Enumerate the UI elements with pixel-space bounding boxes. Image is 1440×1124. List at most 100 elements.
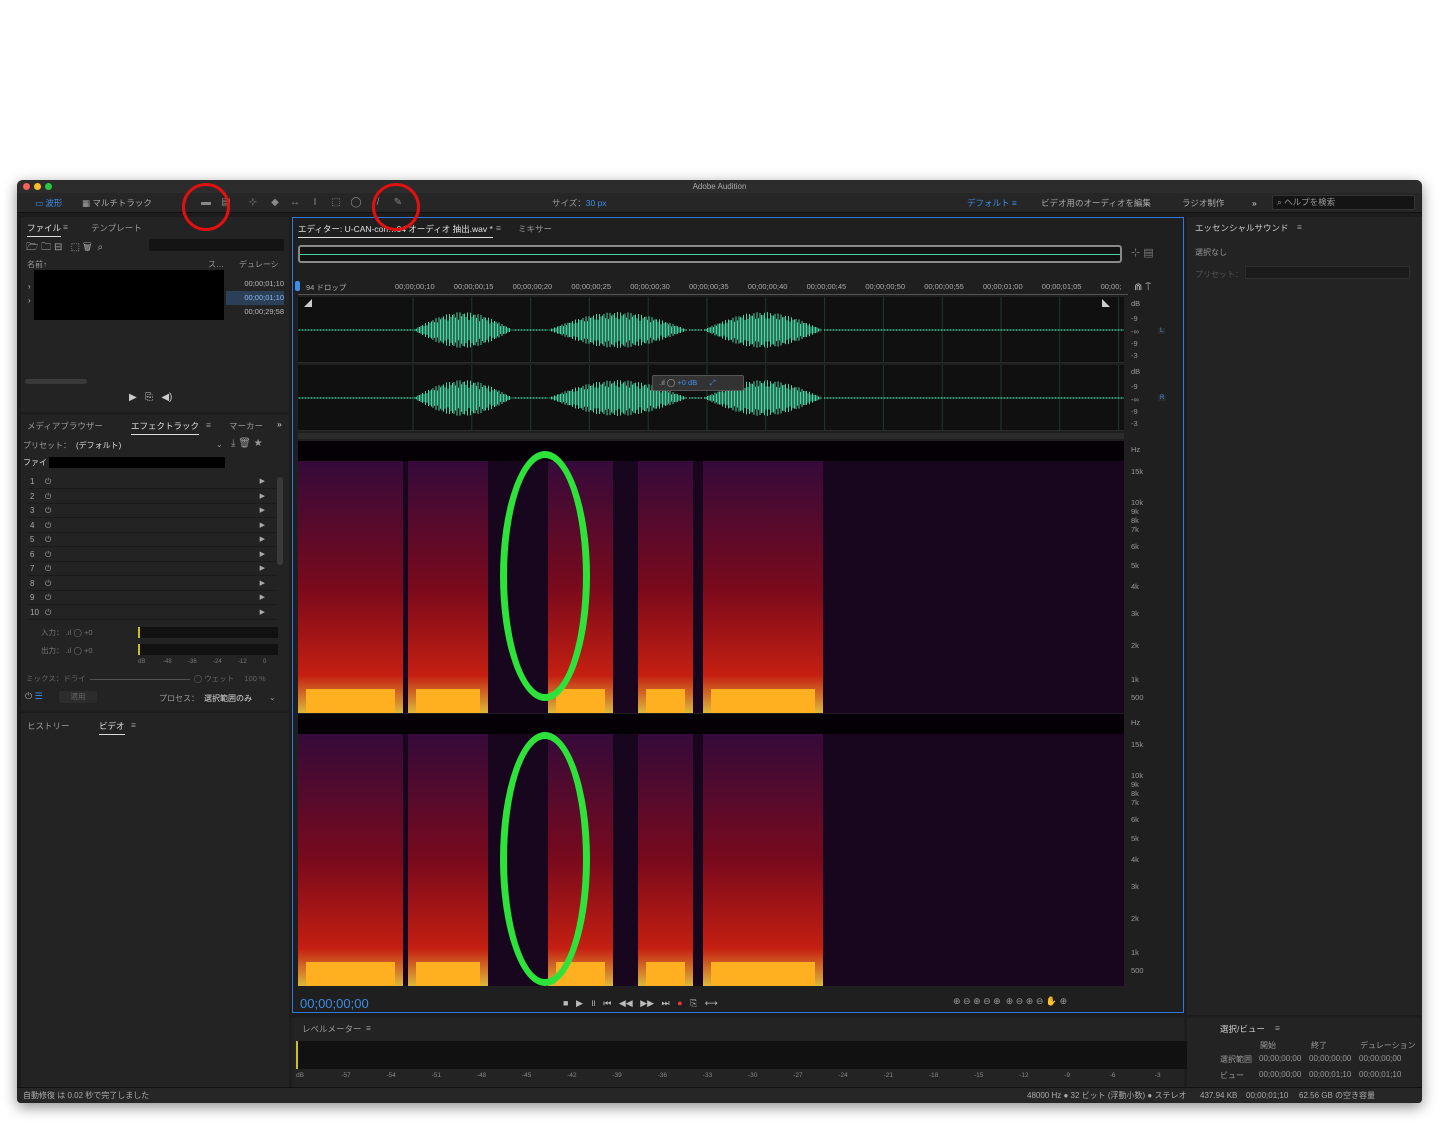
view-duration-value[interactable]: 00;00;01;10 xyxy=(1359,1070,1401,1079)
process-select[interactable]: 選択範囲のみ xyxy=(204,693,252,704)
files-search-input[interactable] xyxy=(149,239,284,251)
slot-arrow-icon[interactable]: ▶ xyxy=(260,490,265,504)
snap-icons[interactable]: ⋒ ⍑ xyxy=(1134,282,1151,293)
slot-arrow-icon[interactable]: ▶ xyxy=(260,577,265,591)
tab-files[interactable]: ファイル xyxy=(27,222,62,237)
selection-end-value[interactable]: 00;00;00;00 xyxy=(1309,1054,1351,1063)
left-channel-toggle[interactable]: L xyxy=(1158,328,1166,334)
effect-slot[interactable]: 3 ⏻ ▶ xyxy=(27,504,277,518)
tab-templates[interactable]: テンプレート xyxy=(91,222,142,234)
selection-duration-value[interactable]: 00;00;00;00 xyxy=(1359,1054,1401,1063)
slip-tool-icon[interactable]: ↔ xyxy=(289,197,301,209)
razor-tool-icon[interactable]: ◆ xyxy=(269,197,281,209)
col-name-header[interactable]: 名前↑ xyxy=(27,259,47,270)
effect-slot[interactable]: 5 ⏻ ▶ xyxy=(27,533,277,547)
tab-media-browser[interactable]: メディアブラウザー xyxy=(27,420,103,432)
workspace-default-tab[interactable]: デフォルト ≡ xyxy=(967,196,1017,210)
power-icon[interactable]: ⏻ xyxy=(45,577,51,591)
workspace-video-tab[interactable]: ビデオ用のオーディオを編集 xyxy=(1041,196,1151,210)
overview-navigator[interactable] xyxy=(298,245,1122,263)
right-channel-toggle[interactable]: R xyxy=(1158,395,1167,401)
tab-effects-rack[interactable]: エフェクトラック xyxy=(131,420,200,435)
more-workspaces-icon[interactable]: » xyxy=(1252,196,1257,210)
effect-slot[interactable]: 7 ⏻ ▶ xyxy=(27,562,277,576)
essential-menu-icon[interactable]: ≡ xyxy=(1297,222,1302,232)
waveform-view-button[interactable]: ▭ 波形 xyxy=(35,196,62,210)
slot-arrow-icon[interactable]: ▶ xyxy=(260,591,265,605)
effect-slot[interactable]: 1 ⏻ ▶ xyxy=(27,475,277,489)
power-icon[interactable]: ⏻ xyxy=(45,519,51,533)
file-preview-controls[interactable]: ▶ ⎘ ◀) xyxy=(129,392,172,403)
lasso-tool-icon[interactable]: ◯ xyxy=(350,197,362,209)
time-selection-icon[interactable]: I xyxy=(309,197,321,209)
tab-mixer[interactable]: ミキサー xyxy=(518,223,552,235)
selection-menu-icon[interactable]: ≡ xyxy=(1275,1023,1280,1033)
power-icon[interactable]: ⏻ xyxy=(45,591,51,605)
close-window-button[interactable] xyxy=(23,183,30,190)
mix-slider[interactable] xyxy=(89,678,190,680)
chevron-down-icon[interactable]: ⌄ xyxy=(216,440,223,449)
tab-markers[interactable]: マーカー xyxy=(229,420,263,432)
effect-slot[interactable]: 9 ⏻ ▶ xyxy=(27,591,277,605)
playhead-handle[interactable] xyxy=(295,281,300,291)
move-tool-icon[interactable]: ⊹ xyxy=(247,197,259,209)
essential-sound-title[interactable]: エッセンシャルサウンド xyxy=(1195,222,1289,234)
effect-slot[interactable]: 6 ⏻ ▶ xyxy=(27,548,277,562)
selection-start-value[interactable]: 00;00;00;00 xyxy=(1259,1054,1301,1063)
preset-select[interactable]: (デフォルト) xyxy=(76,440,121,451)
rack-menu-icon[interactable]: ≡ xyxy=(206,420,211,430)
effect-slot[interactable]: 8 ⏻ ▶ xyxy=(27,577,277,591)
effect-slot[interactable]: 10 ⏻ ▶ xyxy=(27,606,277,620)
hud-gain-control[interactable]: .ıl ◯ +0 dB ⤢ xyxy=(652,375,744,391)
slot-arrow-icon[interactable]: ▶ xyxy=(260,548,265,562)
col-status-header[interactable]: ス… xyxy=(208,259,224,270)
slot-arrow-icon[interactable]: ▶ xyxy=(260,519,265,533)
power-icon[interactable]: ⏻ xyxy=(45,490,51,504)
time-ruler[interactable]: 94 ドロップ 00;00;00;10 00;00;00;15 00;00;00;2… xyxy=(298,281,1128,295)
apply-button[interactable]: 適用 xyxy=(59,691,97,703)
files-toolbar-icons[interactable]: 🗁 🗀 ⊟ ⬚ 🗑 ⌕ xyxy=(26,240,103,257)
slot-arrow-icon[interactable]: ▶ xyxy=(260,606,265,620)
slot-arrow-icon[interactable]: ▶ xyxy=(260,562,265,576)
files-menu-icon[interactable]: ≡ xyxy=(63,222,68,232)
power-icon[interactable]: ⏻ xyxy=(45,475,51,489)
rack-power-icon[interactable]: ⏻ ☰ xyxy=(25,691,43,702)
power-icon[interactable]: ⏻ xyxy=(45,548,51,562)
slot-arrow-icon[interactable]: ▶ xyxy=(260,475,265,489)
multitrack-view-button[interactable]: ▦ マルチトラック xyxy=(82,196,152,210)
level-menu-icon[interactable]: ≡ xyxy=(366,1023,371,1033)
panel-divider[interactable] xyxy=(298,433,1124,439)
save-preset-icon[interactable]: ⤓ 🗑 ★ xyxy=(231,438,263,449)
power-icon[interactable]: ⏻ xyxy=(45,606,51,620)
hud-gain-value[interactable]: +0 dB xyxy=(677,378,697,387)
effect-slot[interactable]: 2 ⏻ ▶ xyxy=(27,490,277,504)
right-spectrogram[interactable] xyxy=(298,714,1124,986)
file-duration[interactable]: 00;00;01;10 xyxy=(226,291,284,305)
minimize-window-button[interactable] xyxy=(34,183,41,190)
help-search-input[interactable]: ⌕ ヘルプを検索 xyxy=(1272,195,1415,210)
output-value[interactable]: +0 xyxy=(84,646,93,655)
marquee-tool-icon[interactable]: ⬚ xyxy=(330,197,342,209)
files-scrollbar[interactable] xyxy=(25,379,87,384)
view-start-value[interactable]: 00;00;00;00 xyxy=(1259,1070,1301,1079)
slots-scrollbar[interactable] xyxy=(277,477,283,565)
power-icon[interactable]: ⏻ xyxy=(45,504,51,518)
view-end-value[interactable]: 00;00;01;10 xyxy=(1309,1070,1351,1079)
process-chevron-icon[interactable]: ⌄ xyxy=(269,693,276,702)
power-icon[interactable]: ⏻ xyxy=(45,562,51,576)
size-value[interactable]: 30 px xyxy=(586,198,607,208)
left-channel-waveform[interactable] xyxy=(297,297,1237,363)
current-timecode[interactable]: 00;00;00;00 xyxy=(300,996,369,1011)
tab-history[interactable]: ヒストリー xyxy=(27,720,70,732)
zoom-window-button[interactable] xyxy=(45,183,52,190)
col-duration-header[interactable]: デュレーシ xyxy=(239,259,279,270)
essential-preset-select[interactable] xyxy=(1245,266,1410,279)
slot-arrow-icon[interactable]: ▶ xyxy=(260,504,265,518)
zoom-fit-icon[interactable]: ⊹ ▤ xyxy=(1131,246,1154,259)
left-spectrogram[interactable] xyxy=(298,441,1124,713)
tab-video[interactable]: ビデオ xyxy=(99,720,125,735)
video-menu-icon[interactable]: ≡ xyxy=(131,720,136,730)
slot-arrow-icon[interactable]: ▶ xyxy=(260,533,265,547)
transport-controls[interactable]: ■ ▶ ॥ ⏮ ◀◀ ▶▶ ⏭ ● ⎘ ⟷ xyxy=(563,996,718,1009)
workspace-radio-tab[interactable]: ラジオ制作 xyxy=(1182,196,1224,210)
